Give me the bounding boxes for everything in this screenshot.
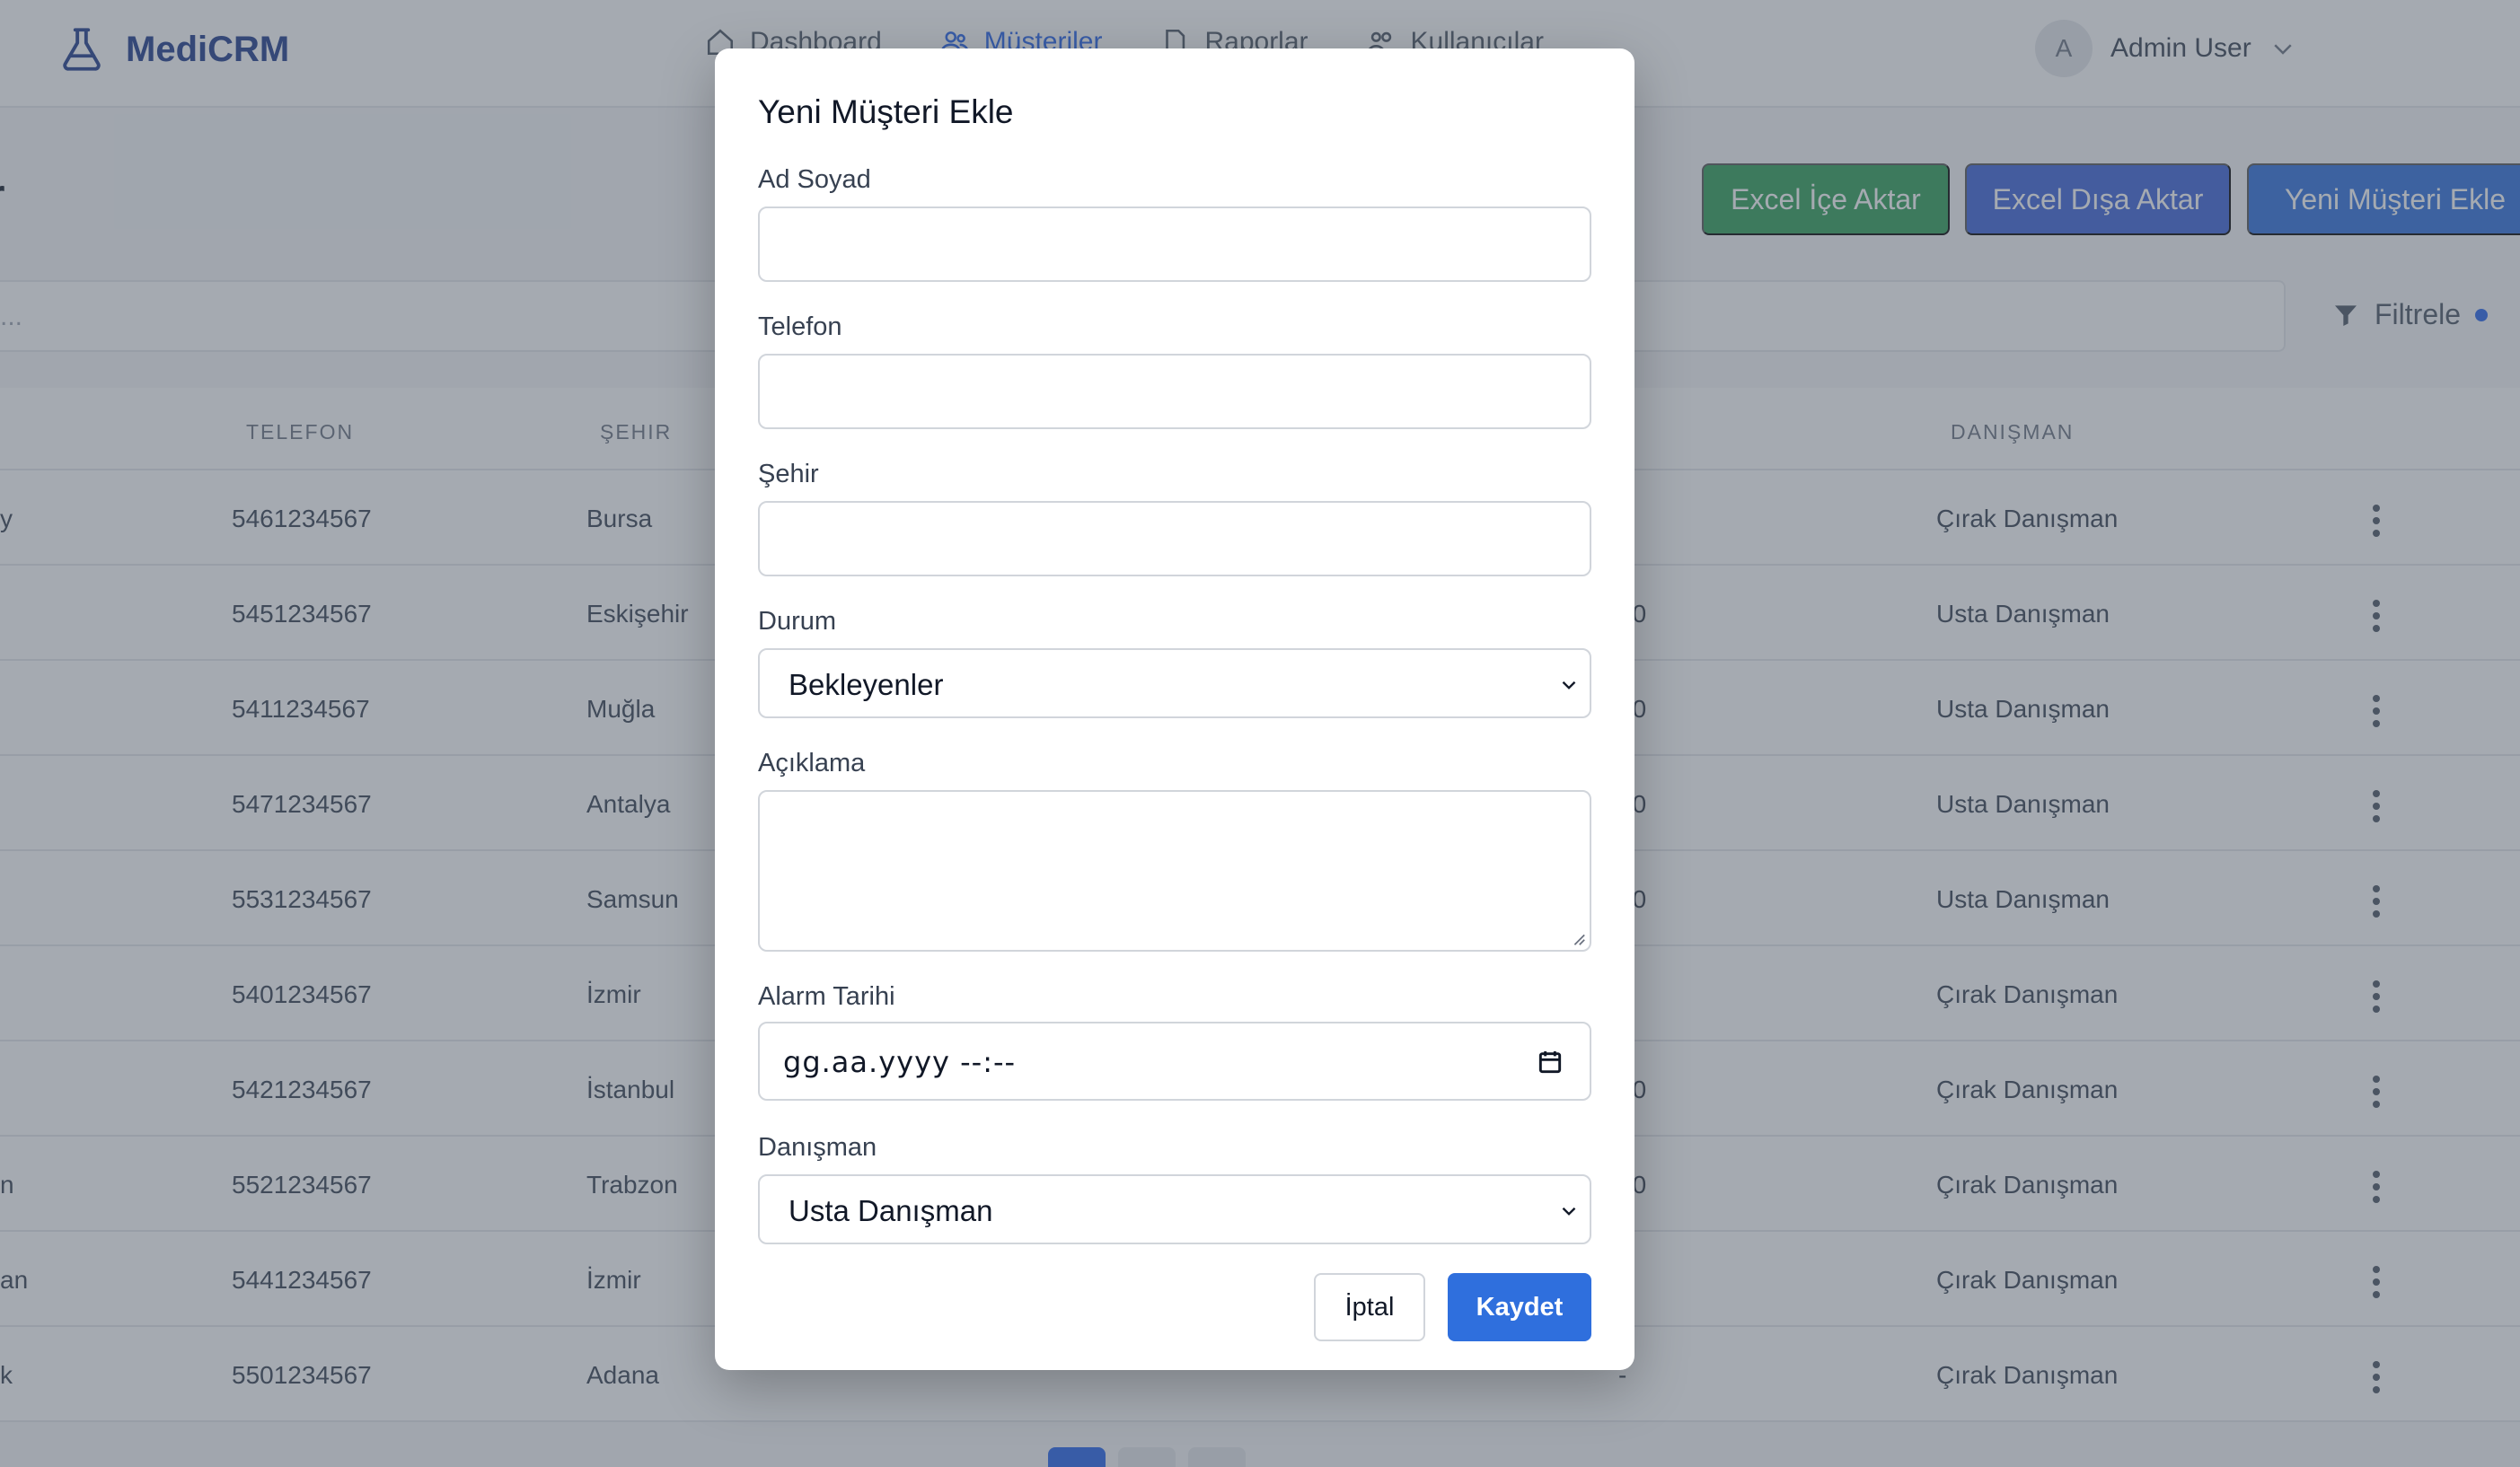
city-input[interactable] — [758, 501, 1591, 576]
phone-label: Telefon — [758, 312, 842, 341]
chevron-down-icon — [1562, 1207, 1576, 1216]
status-label: Durum — [758, 607, 837, 636]
add-customer-modal: Yeni Müşteri Ekle Ad Soyad Telefon Şehir… — [715, 48, 1634, 1370]
name-input[interactable] — [758, 206, 1591, 282]
alarm-date-input[interactable]: gg.aa.yyyy --:-- — [758, 1022, 1591, 1101]
calendar-icon[interactable] — [1536, 1047, 1564, 1077]
advisor-label: Danışman — [758, 1133, 877, 1162]
city-label: Şehir — [758, 460, 819, 488]
status-select-value: Bekleyenler — [789, 668, 944, 701]
resize-handle-icon[interactable] — [1570, 930, 1586, 946]
modal-title: Yeni Müşteri Ekle — [758, 93, 1014, 130]
advisor-select-value: Usta Danışman — [789, 1194, 993, 1227]
advisor-select[interactable]: Usta Danışman — [758, 1174, 1591, 1244]
description-textarea[interactable] — [758, 790, 1591, 952]
save-button[interactable]: Kaydet — [1448, 1273, 1591, 1341]
alarm-date-value: gg.aa.yyyy --:-- — [783, 1045, 1017, 1079]
name-label: Ad Soyad — [758, 165, 871, 194]
alarm-date-label: Alarm Tarihi — [758, 982, 895, 1011]
cancel-button[interactable]: İptal — [1314, 1273, 1425, 1341]
status-select[interactable]: Bekleyenler — [758, 648, 1591, 718]
description-label: Açıklama — [758, 749, 866, 777]
phone-input[interactable] — [758, 354, 1591, 429]
chevron-down-icon — [1562, 681, 1576, 690]
